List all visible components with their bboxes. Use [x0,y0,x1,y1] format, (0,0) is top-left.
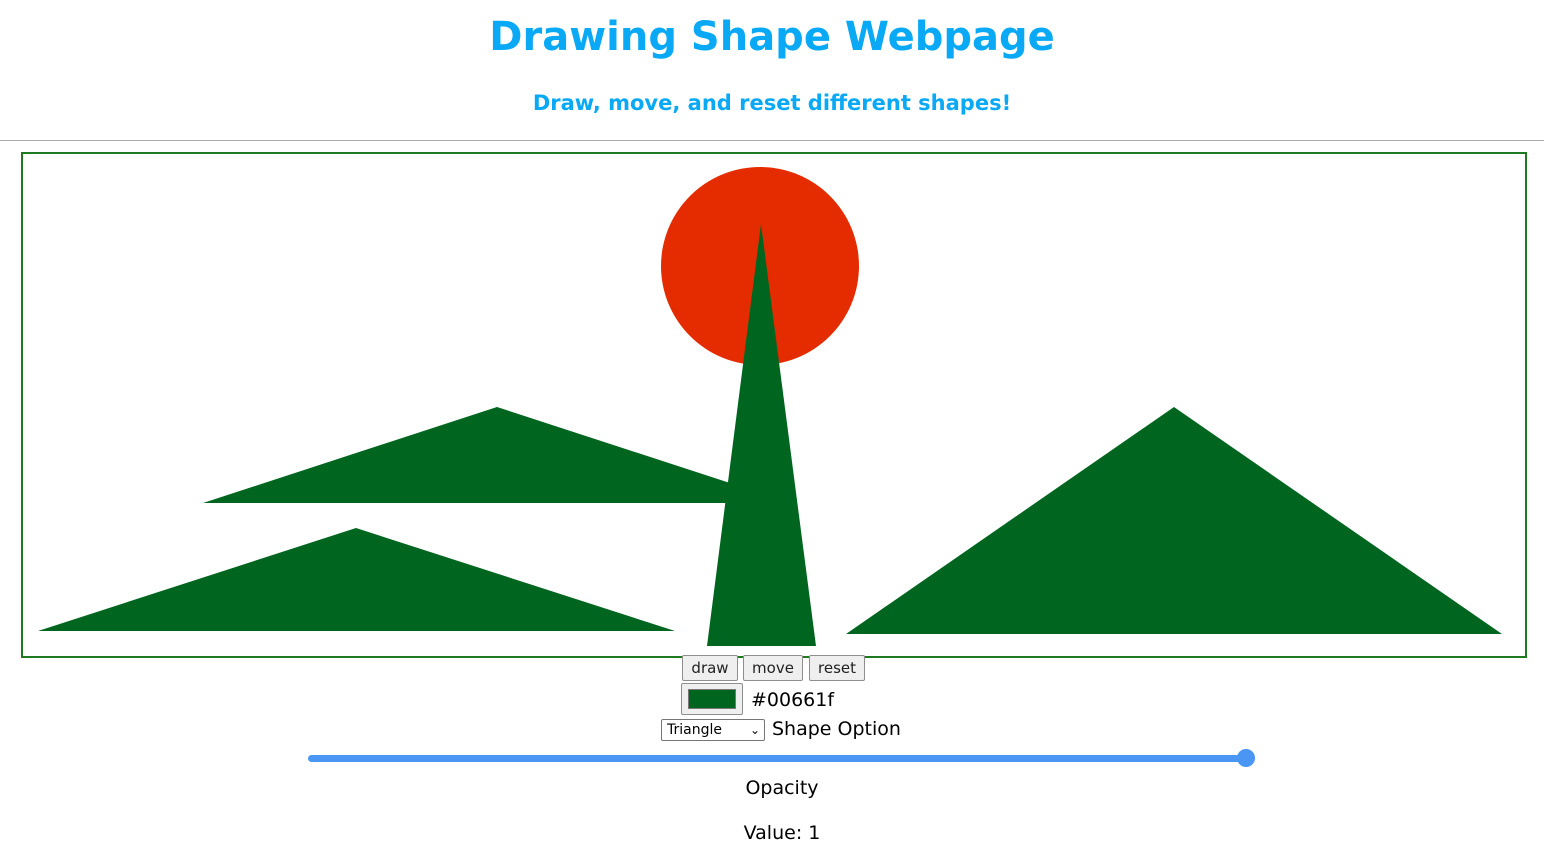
page-title: Drawing Shape Webpage [489,14,1055,60]
canvas-triangle-lower-left [38,528,675,631]
canvas-drawing-surface[interactable] [23,154,1525,656]
color-swatch [688,689,736,709]
reset-button[interactable]: reset [809,655,865,681]
shape-select-value: Triangle [667,722,722,738]
shape-select[interactable]: Triangle ⌄ [661,719,765,741]
header-divider [0,140,1544,141]
opacity-slider-thumb[interactable] [1237,749,1255,767]
color-value-text: #00661f [751,689,835,711]
opacity-slider[interactable] [308,748,1256,768]
color-picker[interactable] [681,683,743,715]
chevron-down-icon: ⌄ [749,723,760,737]
canvas-triangle-upper-left [203,407,733,503]
opacity-label: Opacity [745,777,819,799]
canvas-triangle-right [846,407,1502,634]
opacity-slider-track [308,755,1248,762]
drawing-canvas[interactable] [21,152,1527,658]
shape-option-label: Shape Option [772,718,901,740]
draw-button[interactable]: draw [682,655,738,681]
page-subtitle: Draw, move, and reset different shapes! [532,91,1012,115]
opacity-value-text: Value: 1 [743,822,821,844]
move-button[interactable]: move [743,655,803,681]
